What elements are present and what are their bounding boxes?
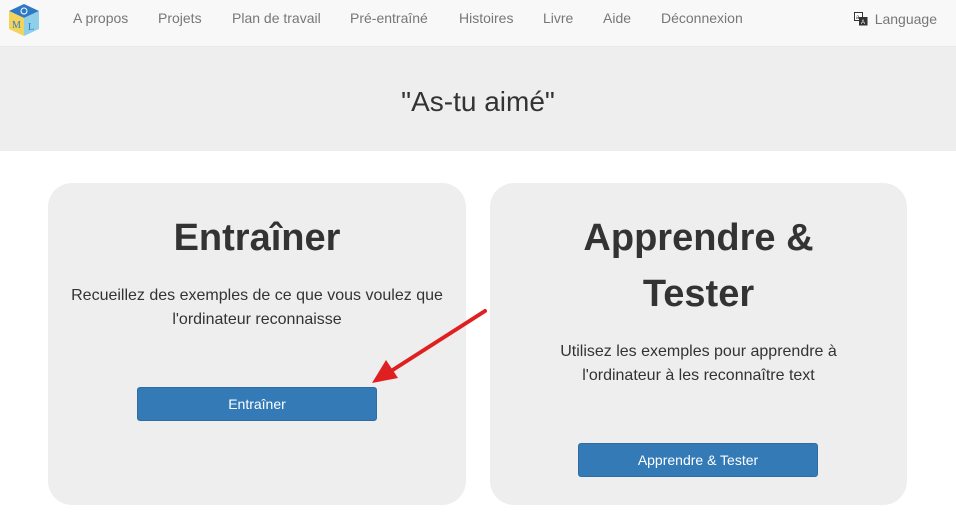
- train-card-title: Entraîner: [173, 217, 341, 259]
- nav-histoires[interactable]: Histoires: [459, 10, 513, 26]
- nav-deconnexion[interactable]: Déconnexion: [661, 10, 743, 26]
- language-label: Language: [874, 11, 937, 27]
- learn-test-card-title: Apprendre & Tester: [583, 217, 814, 315]
- navbar: M L A propos Projets Plan de travail Pré…: [0, 0, 956, 47]
- learn-test-button[interactable]: Apprendre & Tester: [578, 443, 818, 477]
- learn-test-card: Apprendre & Tester Utilisez les exemples…: [490, 183, 907, 505]
- page-title: "As-tu aimé": [401, 86, 555, 117]
- page-header: "As-tu aimé": [0, 47, 956, 151]
- train-button[interactable]: Entraîner: [137, 387, 377, 421]
- svg-text:A: A: [861, 20, 865, 26]
- nav-projets[interactable]: Projets: [158, 10, 202, 26]
- nav-a-propos[interactable]: A propos: [73, 10, 128, 26]
- nav-plan-de-travail[interactable]: Plan de travail: [232, 10, 321, 26]
- ml-logo-icon[interactable]: M L: [6, 2, 42, 38]
- nav-aide[interactable]: Aide: [603, 10, 631, 26]
- translate-icon: a A: [853, 12, 868, 26]
- nav-pre-entraine[interactable]: Pré-entraîné: [350, 10, 428, 26]
- train-card-description: Recueillez des exemples de ce que vous v…: [71, 287, 443, 328]
- language-selector[interactable]: a A Language: [853, 11, 937, 27]
- learn-test-card-description: Utilisez les exemples pour apprendre à l…: [560, 343, 837, 384]
- svg-text:M: M: [12, 20, 21, 31]
- nav-livre[interactable]: Livre: [543, 10, 573, 26]
- train-card: Entraîner Recueillez des exemples de ce …: [48, 183, 466, 505]
- svg-text:L: L: [28, 22, 34, 33]
